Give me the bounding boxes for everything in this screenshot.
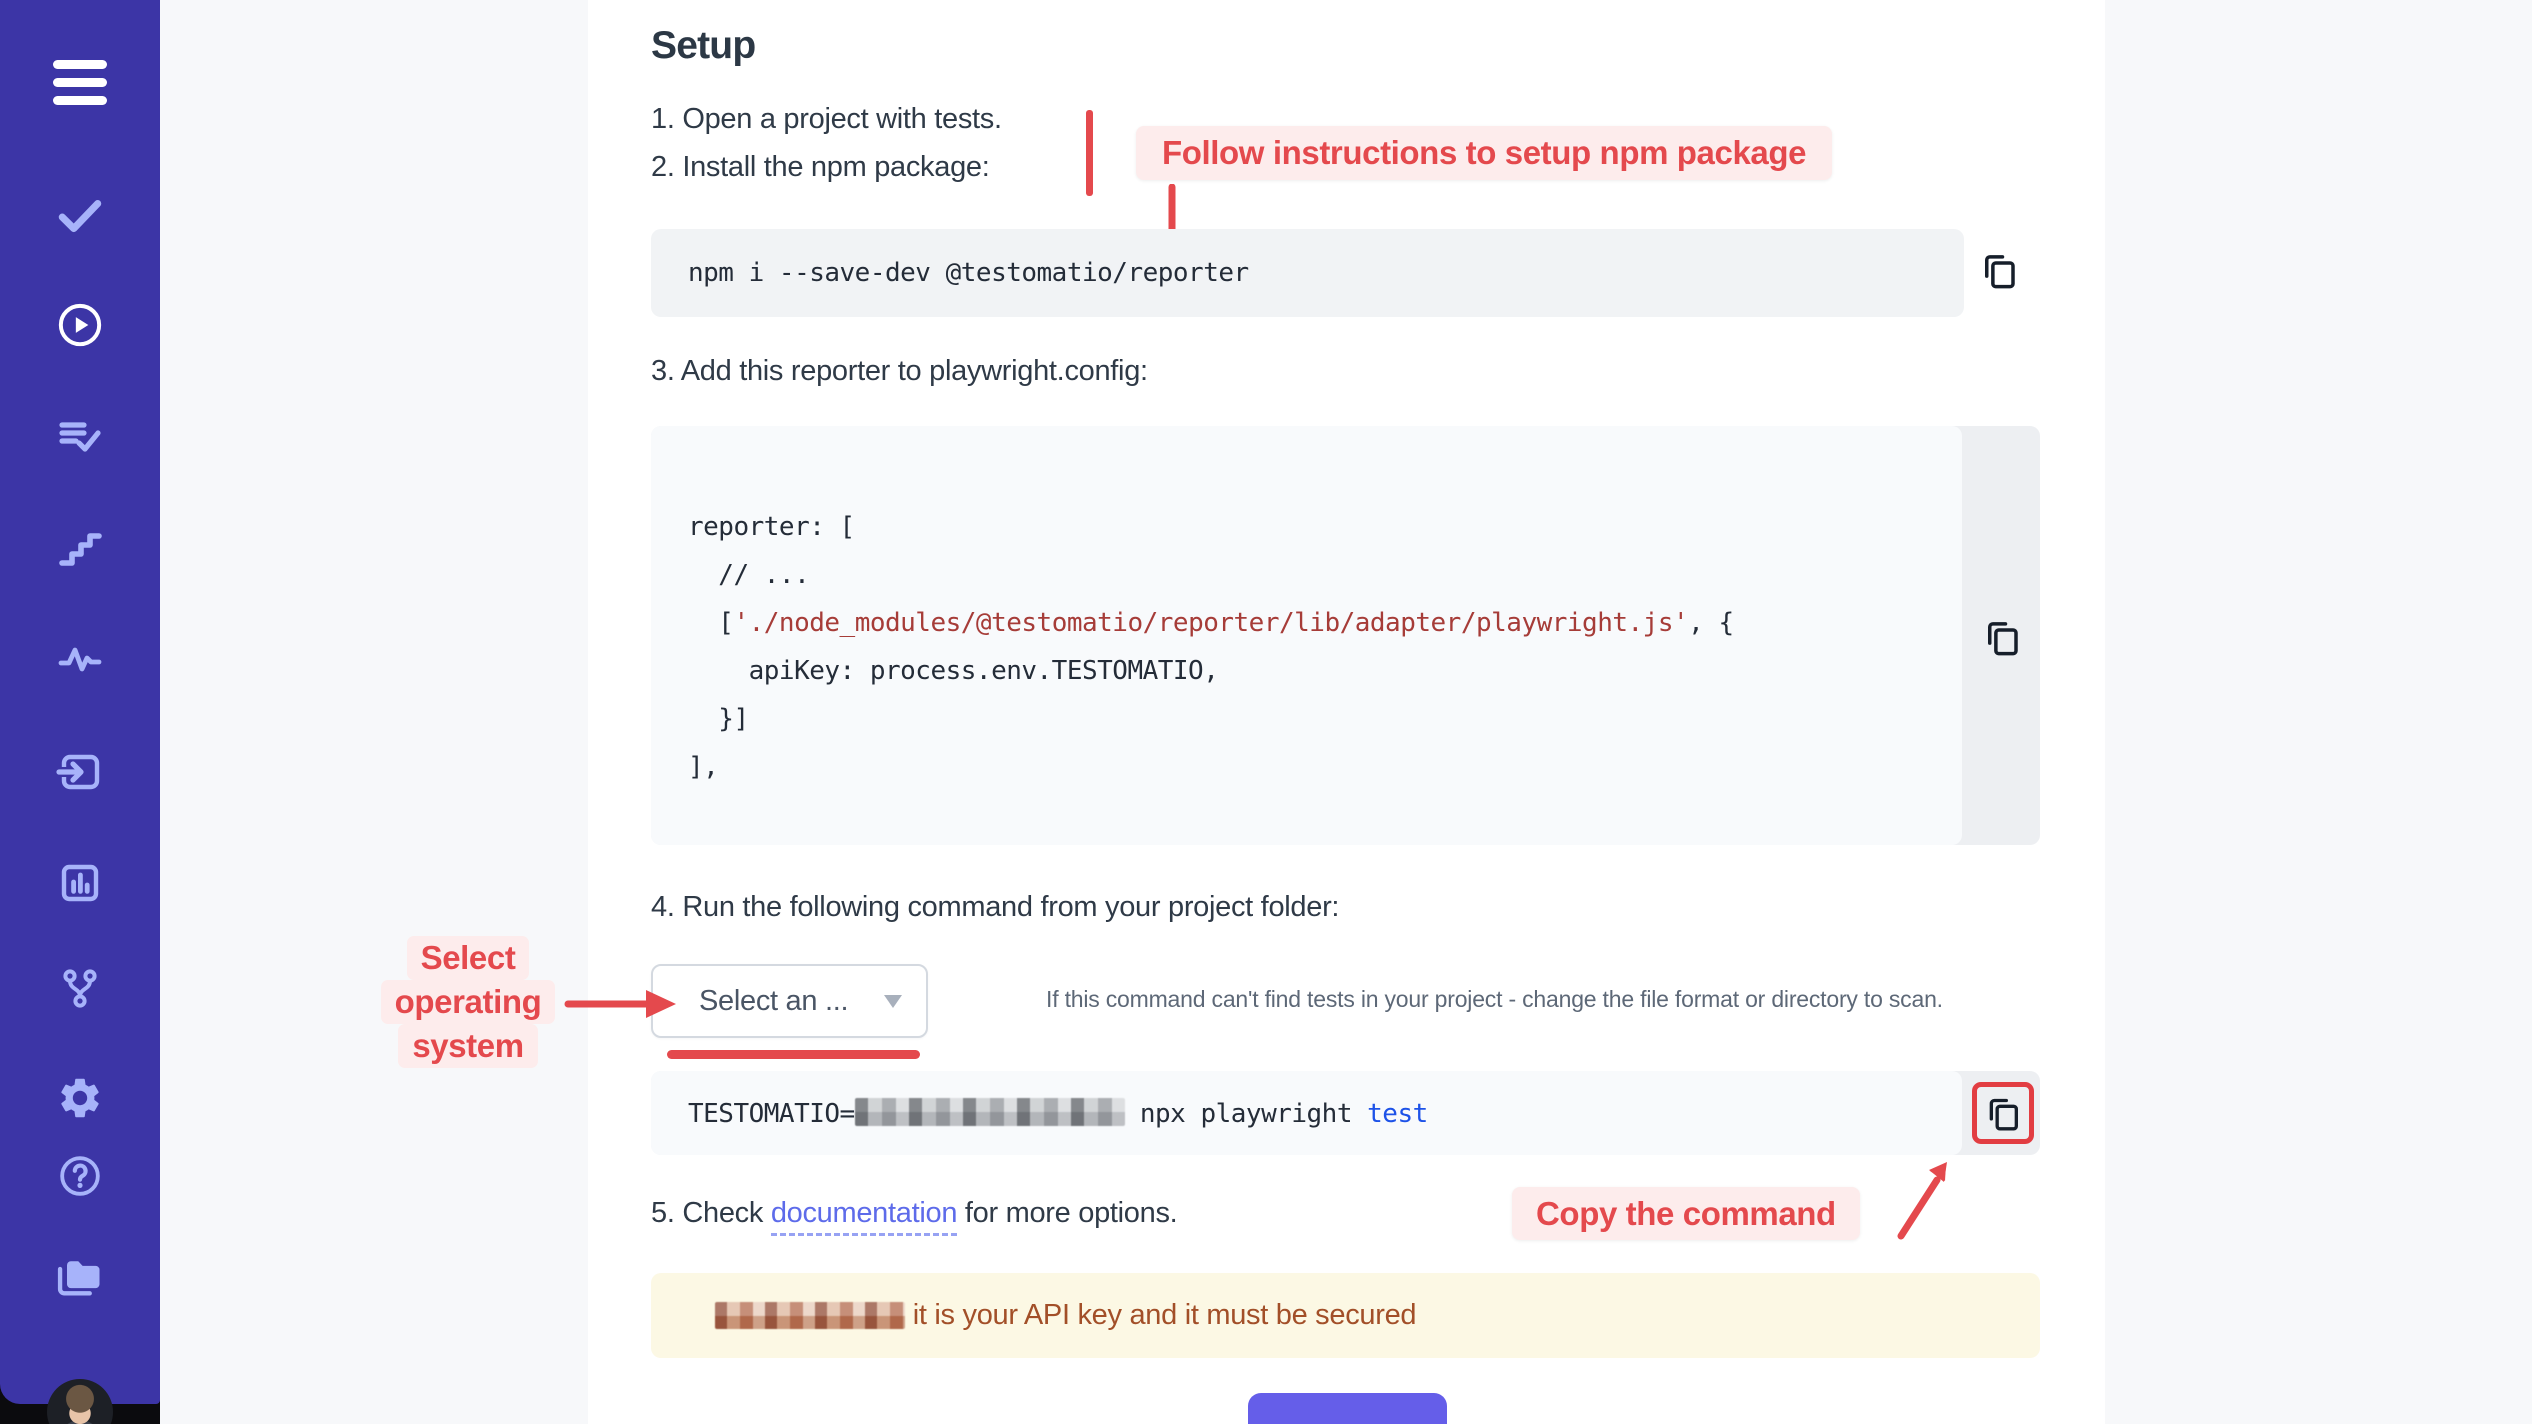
- code-line: // ...: [688, 551, 1962, 599]
- redacted-api-key: [855, 1098, 1125, 1126]
- copy-button-config[interactable]: [1981, 616, 2023, 658]
- gear-icon: [56, 1074, 104, 1122]
- npm-install-command: npm i --save-dev @testomatio/reporter: [688, 258, 1249, 288]
- sidebar: [0, 0, 160, 1404]
- chevron-down-icon: [884, 995, 902, 1008]
- code-line: ['./node_modules/@testomatio/reporter/li…: [688, 599, 1962, 647]
- annotation-os-line: operating: [381, 980, 556, 1024]
- annotation-divider-line: [1086, 110, 1093, 196]
- annotation-npm-label: Follow instructions to setup npm package: [1162, 134, 1806, 172]
- annotation-underline: [667, 1050, 920, 1059]
- setup-step-4: 4. Run the following command from your p…: [651, 891, 1339, 924]
- annotation-copy: Copy the command: [1512, 1187, 1860, 1240]
- annotation-copy-label: Copy the command: [1536, 1195, 1836, 1233]
- sidebar-item-runs[interactable]: [55, 300, 105, 355]
- setup-step-1: 1. Open a project with tests.: [651, 103, 1002, 136]
- copy-icon: [1978, 249, 2020, 291]
- code-block-run-command-inner: TESTOMATIO= npx playwright test: [651, 1071, 1962, 1155]
- folder-icon: [54, 1250, 106, 1302]
- help-circle-icon: [57, 1153, 103, 1199]
- annotation-os: Select operating system: [368, 936, 568, 1068]
- api-key-warning: it is your API key and it must be secure…: [651, 1273, 2040, 1358]
- copy-icon: [1983, 1093, 2023, 1133]
- setup-step-3: 3. Add this reporter to playwright.confi…: [651, 355, 1148, 388]
- hamburger-menu-icon[interactable]: [53, 60, 107, 105]
- run-command-text: TESTOMATIO= npx playwright test: [688, 1098, 1428, 1129]
- command-hint: If this command can't find tests in your…: [1046, 986, 2056, 1013]
- copy-button-npm[interactable]: [1978, 249, 2020, 291]
- git-branch-icon: [56, 965, 104, 1013]
- user-avatar[interactable]: [47, 1379, 113, 1424]
- play-circle-icon: [55, 300, 105, 350]
- red-arrow-diagonal-icon: [1885, 1150, 1977, 1245]
- copy-button-run-command[interactable]: [1983, 1093, 2023, 1133]
- annotation-npm: Follow instructions to setup npm package: [1136, 126, 1832, 180]
- page-title: Setup: [651, 24, 755, 68]
- sidebar-item-branches[interactable]: [56, 965, 104, 1018]
- sidebar-item-reports[interactable]: [56, 859, 104, 912]
- stairs-icon: [56, 525, 104, 573]
- import-icon: [56, 748, 104, 796]
- documentation-link[interactable]: documentation: [771, 1197, 957, 1236]
- sidebar-item-milestones[interactable]: [56, 525, 104, 578]
- sidebar-item-analytics[interactable]: [56, 635, 104, 688]
- code-block-npm-install: npm i --save-dev @testomatio/reporter: [651, 229, 1964, 317]
- code-line: ],: [688, 743, 1962, 791]
- code-line: apiKey: process.env.TESTOMATIO,: [688, 647, 1962, 695]
- finish-button[interactable]: ✓ Finish: [1248, 1393, 1447, 1424]
- annotation-os-line: Select: [407, 936, 530, 980]
- copy-highlight-box: [1972, 1082, 2034, 1144]
- sidebar-item-tests[interactable]: [55, 190, 105, 245]
- setup-step-2: 2. Install the npm package:: [651, 151, 990, 184]
- code-line: reporter: [: [688, 503, 1962, 551]
- os-select-dropdown[interactable]: Select an ...: [651, 964, 928, 1038]
- sidebar-item-help[interactable]: [57, 1153, 103, 1204]
- check-icon: [55, 190, 105, 240]
- redacted-api-key: [715, 1302, 905, 1329]
- red-arrow-right-icon: [564, 982, 680, 1026]
- os-select-value: Select an ...: [699, 985, 848, 1018]
- sidebar-item-projects[interactable]: [54, 1250, 106, 1307]
- code-block-reporter-config-inner: reporter: [ // ... ['./node_modules/@tes…: [651, 426, 1962, 845]
- code-block-run-command: TESTOMATIO= npx playwright test: [651, 1071, 2040, 1155]
- copy-icon: [1981, 616, 2023, 658]
- sidebar-item-settings[interactable]: [56, 1074, 104, 1127]
- sidebar-item-import[interactable]: [56, 748, 104, 801]
- code-line: }]: [688, 695, 1962, 743]
- setup-step-5: 5. Check documentation for more options.: [651, 1197, 1177, 1230]
- code-block-reporter-config: reporter: [ // ... ['./node_modules/@tes…: [651, 426, 2040, 845]
- sidebar-item-test-plans[interactable]: [56, 414, 104, 467]
- bar-chart-icon: [56, 859, 104, 907]
- annotation-os-line: system: [398, 1024, 537, 1068]
- pulse-icon: [56, 635, 104, 683]
- list-check-icon: [56, 414, 104, 462]
- api-key-warning-text: it is your API key and it must be secure…: [715, 1299, 1416, 1332]
